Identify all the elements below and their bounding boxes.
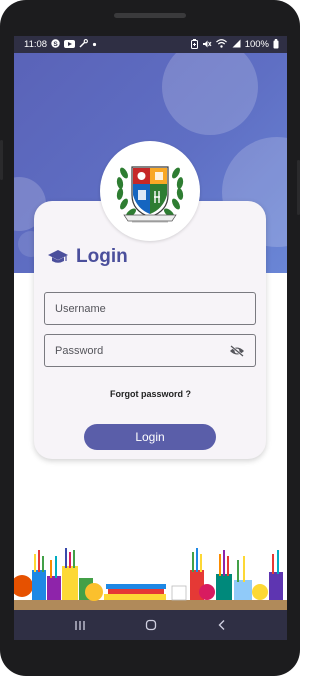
- wifi-icon: [215, 39, 227, 50]
- screen: 11:08 S 100% Login Username Forgot passw…: [14, 36, 287, 640]
- youtube-icon: [64, 39, 76, 50]
- eye-slash-icon[interactable]: [229, 344, 245, 357]
- tools-icon: [79, 39, 89, 50]
- dot-icon: [92, 41, 97, 49]
- recent-apps-icon: [74, 620, 85, 630]
- password-input[interactable]: [55, 344, 229, 357]
- battery-saver-icon: [190, 38, 198, 51]
- back-icon: [218, 620, 224, 630]
- home-button[interactable]: [141, 618, 161, 632]
- login-heading: Login: [48, 246, 128, 268]
- login-button[interactable]: Login: [84, 424, 216, 450]
- battery-icon: [273, 38, 279, 51]
- username-input[interactable]: [55, 302, 245, 315]
- status-time: 11:08: [24, 39, 48, 50]
- school-crest-icon: [116, 166, 184, 223]
- navigation-bar: [14, 610, 287, 640]
- speaker-grille: [114, 13, 186, 18]
- school-logo: [100, 141, 200, 241]
- battery-percent: 100%: [244, 39, 269, 50]
- password-field[interactable]: [44, 334, 256, 367]
- username-field[interactable]: [44, 292, 256, 325]
- s-badge-icon: S: [51, 39, 60, 50]
- stationery-illustration: [14, 548, 287, 610]
- status-bar: 11:08 S 100%: [14, 36, 287, 53]
- phone-frame: 11:08 S 100% Login Username Forgot passw…: [0, 0, 300, 676]
- volume-button: [0, 140, 3, 180]
- signal-icon: [231, 39, 241, 50]
- power-button: [297, 160, 300, 215]
- mute-icon: [202, 39, 212, 51]
- login-title: Login: [76, 246, 128, 267]
- graduation-cap-icon: [48, 250, 68, 263]
- svg-text:S: S: [53, 41, 58, 48]
- home-icon: [145, 619, 156, 631]
- forgot-password-link[interactable]: Forgot password ?: [14, 389, 287, 399]
- back-button[interactable]: [212, 618, 232, 632]
- decor-bubble: [162, 53, 258, 135]
- recent-apps-button[interactable]: [70, 618, 90, 632]
